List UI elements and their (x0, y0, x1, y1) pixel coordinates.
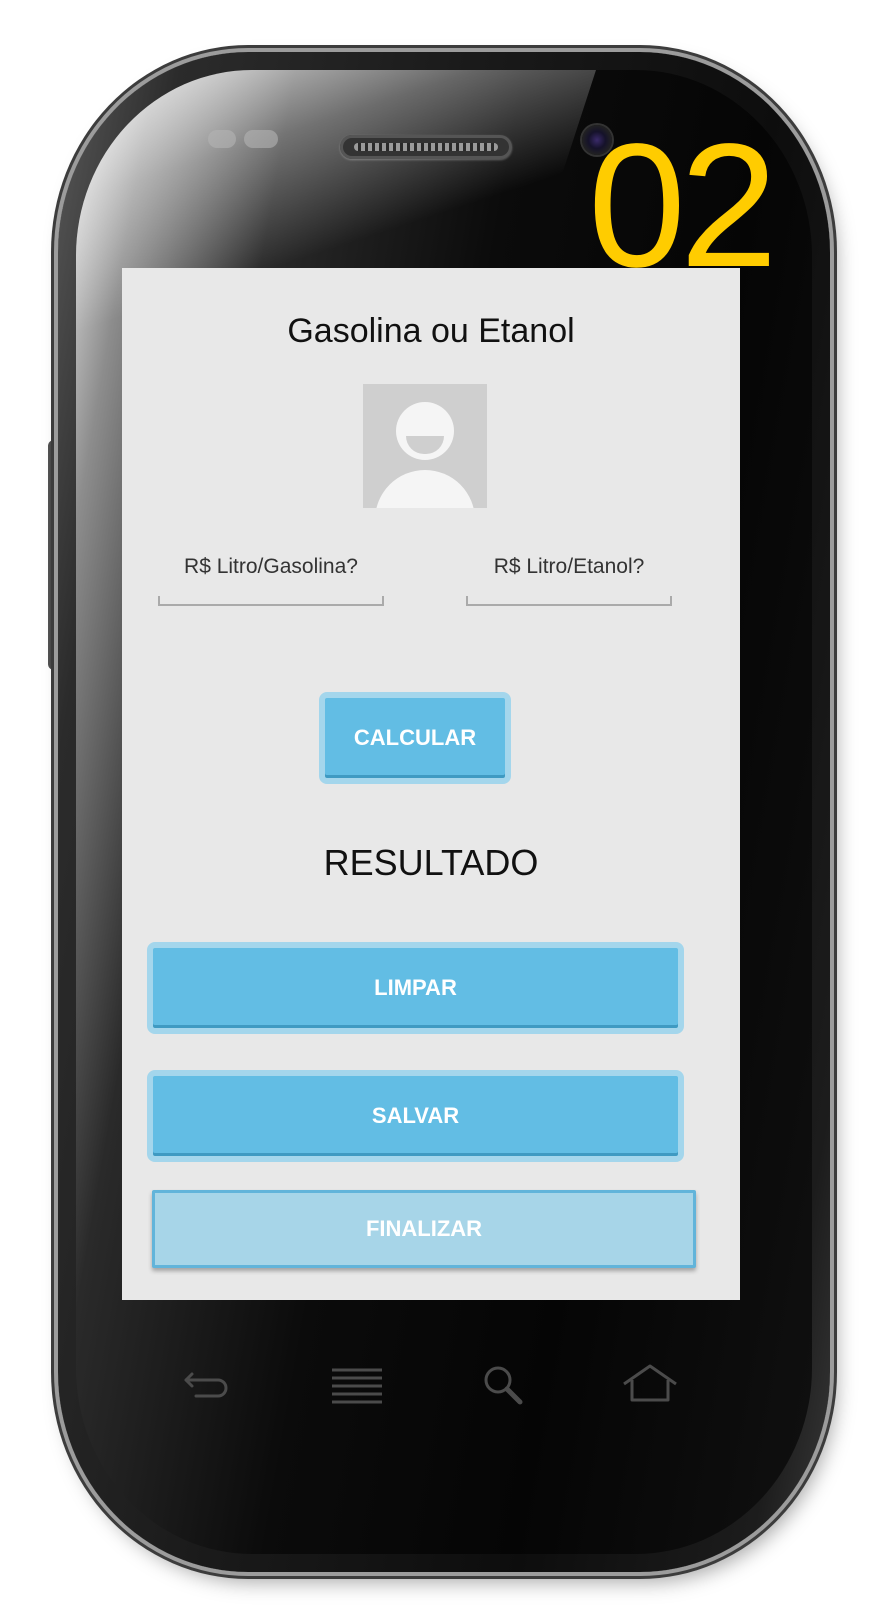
finalizar-button[interactable]: FINALIZAR (152, 1190, 696, 1268)
home-icon[interactable] (620, 1360, 680, 1410)
phone-speaker (340, 135, 512, 159)
proximity-sensor (208, 130, 236, 148)
avatar-image (363, 384, 487, 508)
result-label: RESULTADO (323, 842, 539, 883)
etanol-input-underline (466, 596, 672, 606)
mockup-stage: 02 Gasolina ou Etanol R$ Litro/Gasolina?… (0, 0, 880, 1624)
etanol-placeholder: R$ Litro/Etanol? (493, 555, 645, 578)
back-icon[interactable] (178, 1360, 238, 1410)
app-title: Gasolina ou Etanol (287, 312, 575, 350)
search-icon-svg (484, 1366, 523, 1405)
etanol-price-input[interactable]: R$ Litro/Etanol? (466, 552, 672, 606)
app-screen: Gasolina ou Etanol R$ Litro/Gasolina? R$… (122, 268, 740, 1300)
gasolina-placeholder: R$ Litro/Gasolina? (184, 555, 358, 578)
calcular-button[interactable]: CALCULAR (319, 692, 511, 784)
speaker-grill (354, 143, 498, 151)
search-icon[interactable] (474, 1360, 534, 1410)
home-icon-svg (623, 1364, 677, 1402)
menu-icon[interactable] (328, 1360, 388, 1410)
salvar-button[interactable]: SALVAR (147, 1070, 684, 1162)
gasolina-input-underline (158, 596, 384, 606)
menu-icon-svg (332, 1368, 382, 1404)
limpar-button[interactable]: LIMPAR (147, 942, 684, 1034)
avatar-body (375, 470, 475, 508)
back-icon-svg (184, 1372, 228, 1398)
gasolina-price-input[interactable]: R$ Litro/Gasolina? (158, 552, 384, 606)
light-sensor (244, 130, 278, 148)
